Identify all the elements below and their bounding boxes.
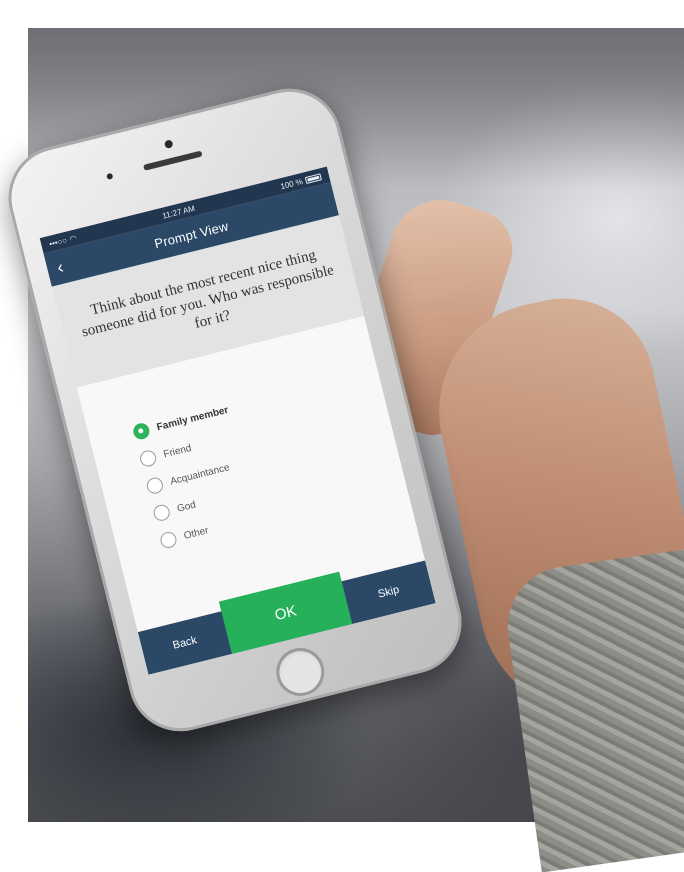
earpiece-speaker xyxy=(142,150,203,171)
proximity-sensor xyxy=(106,172,114,180)
radio-selected-icon[interactable] xyxy=(131,421,152,441)
option-label: Other xyxy=(182,524,210,542)
option-label: God xyxy=(175,499,197,515)
battery-icon xyxy=(304,172,322,184)
home-button[interactable] xyxy=(271,642,330,702)
wifi-icon: ◠ xyxy=(68,232,78,244)
signal-icon: •••○○ xyxy=(48,235,68,249)
sweater-sleeve xyxy=(500,547,684,872)
option-label: Friend xyxy=(162,442,193,460)
front-camera xyxy=(163,139,174,149)
radio-unselected-icon[interactable] xyxy=(158,530,179,550)
radio-unselected-icon[interactable] xyxy=(151,503,172,523)
radio-unselected-icon[interactable] xyxy=(145,475,165,496)
radio-unselected-icon[interactable] xyxy=(138,448,158,469)
